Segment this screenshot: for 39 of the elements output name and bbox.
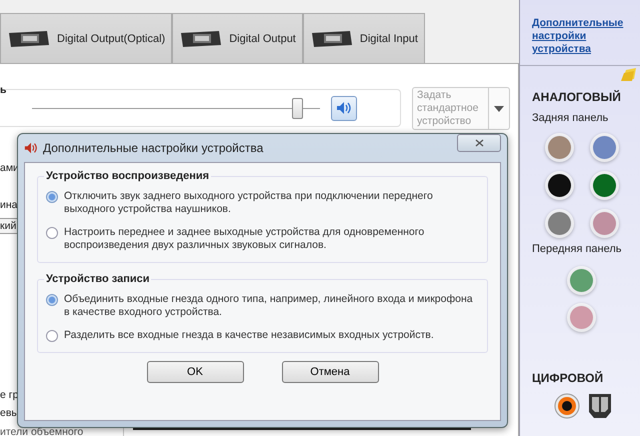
group-title: Устройство воспроизведения: [44, 170, 212, 182]
dialog-title: Дополнительные настройки устройства: [43, 141, 264, 155]
jack[interactable]: [548, 174, 571, 197]
label-fragment: ина: [0, 199, 18, 211]
close-button[interactable]: [457, 134, 501, 152]
section-title: АНАЛОГОВЫЙ: [532, 90, 621, 104]
dialog-button[interactable]: Отмена: [282, 361, 378, 383]
rca-jack-icon[interactable]: [554, 393, 580, 419]
tab[interactable]: Digital Output: [172, 13, 303, 63]
group-title: Устройство записи: [44, 273, 152, 285]
tab[interactable]: Digital Output(Optical): [0, 13, 172, 63]
radio-button[interactable]: [46, 294, 58, 306]
device-icon: [7, 28, 51, 48]
device-icon: [179, 28, 224, 48]
advanced-settings-link[interactable]: Дополнительные настройки устройства: [532, 17, 640, 56]
caret-icon: [494, 106, 504, 112]
section-label: Передняя панель: [532, 243, 622, 255]
option-label[interactable]: Объединить входные гнезда одного типа, например, линейного входа и микрофона в качестве входного устройства.: [64, 293, 479, 319]
speaker-icon: [336, 101, 352, 115]
dialog-button[interactable]: OK: [146, 361, 244, 383]
speaker-button[interactable]: [331, 96, 357, 120]
device-icon: [310, 28, 354, 48]
close-icon: [474, 139, 484, 147]
option-label[interactable]: Разделить все входные гнезда в качестве независимых входных устройств.: [64, 329, 434, 342]
section-title: ЦИФРОВОЙ: [532, 371, 604, 385]
speaker-icon: [24, 141, 38, 155]
section-label: Задняя панель: [532, 112, 608, 124]
label-fragment: ители объемного: [0, 426, 84, 436]
option-label[interactable]: Настроить переднее и заднее выходные устройства для одновременного воспроизведения двух различных звуковых сигналов.: [64, 226, 479, 252]
slider-thumb[interactable]: [292, 98, 303, 118]
folder-icon[interactable]: [620, 67, 638, 83]
optical-port-icon[interactable]: [588, 393, 612, 419]
dropdown-fragment[interactable]: кий: [0, 218, 20, 234]
radio-button[interactable]: [46, 191, 58, 203]
tab[interactable]: Digital Input: [302, 13, 425, 63]
radio-button[interactable]: [46, 227, 58, 239]
option-label[interactable]: Отключить звук заднего выходного устройства при подключении переднего выходного устройства наушников.: [64, 190, 479, 216]
radio-button[interactable]: [46, 330, 58, 342]
label-fragment: ь: [0, 84, 6, 96]
